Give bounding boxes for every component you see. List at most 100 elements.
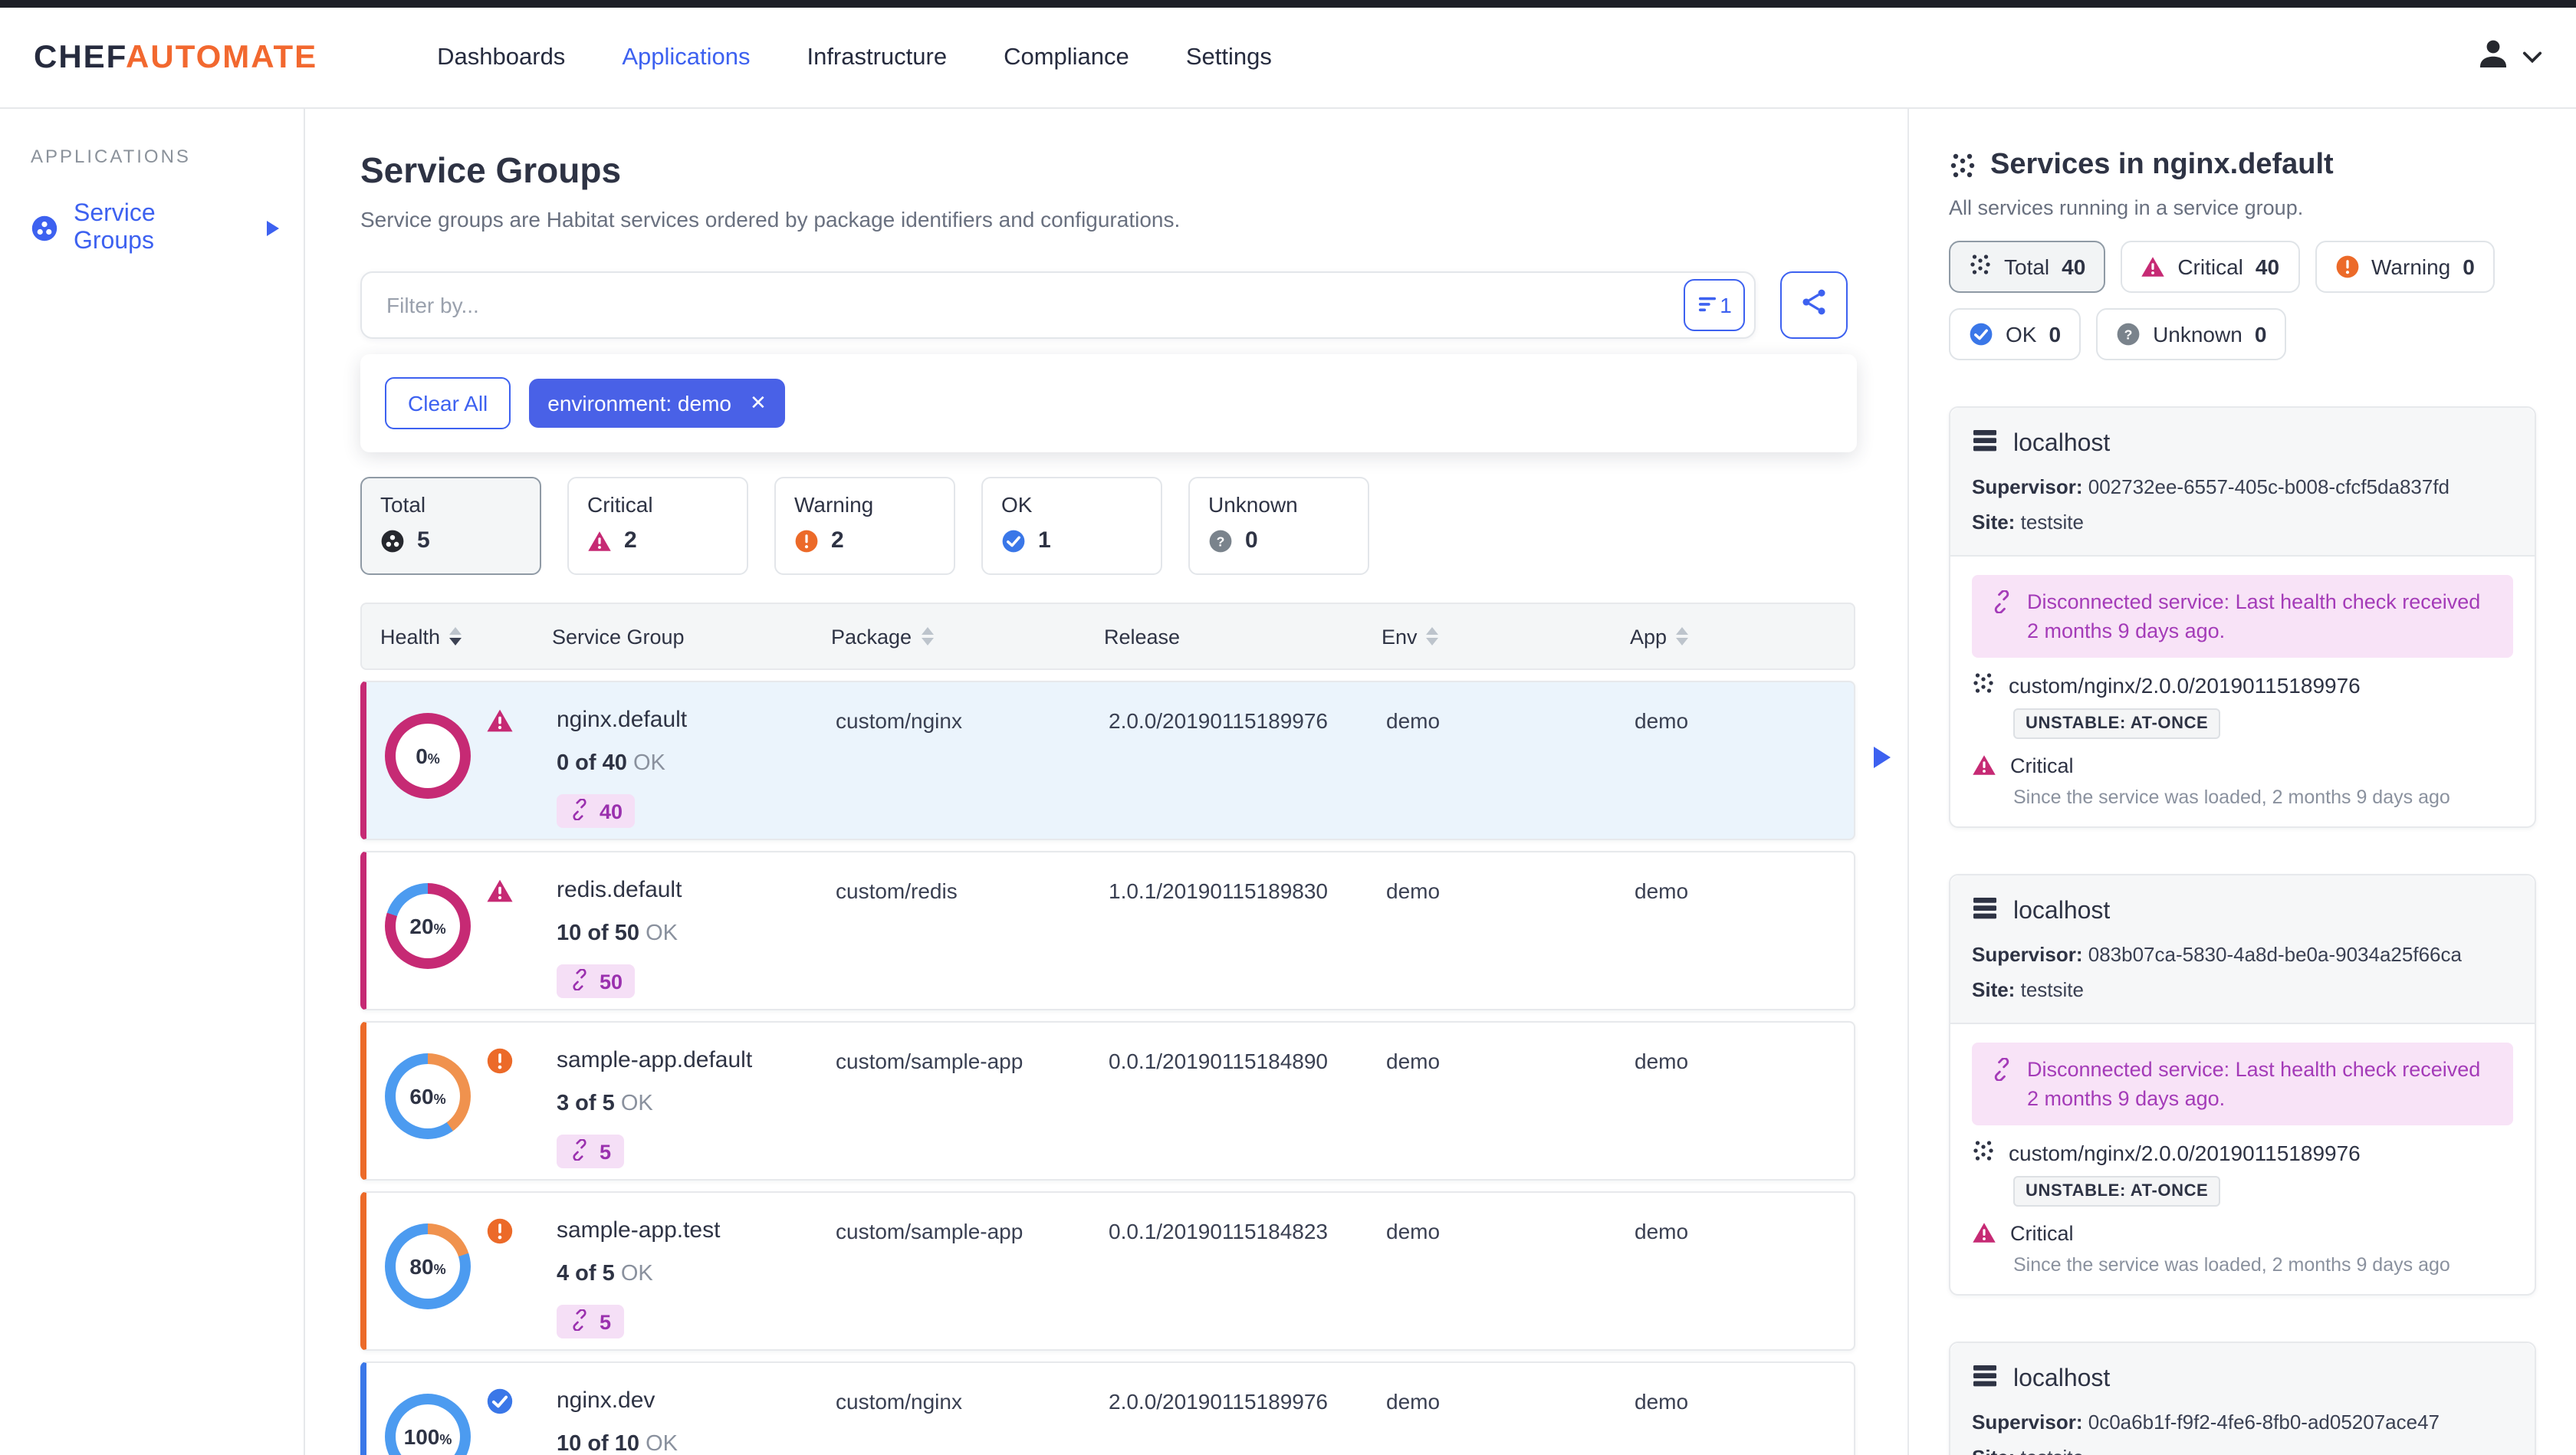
unknown-icon: ? [1208, 528, 1233, 553]
warning-icon [794, 528, 819, 553]
filter-input[interactable] [360, 271, 1756, 339]
expand-right-icon[interactable] [267, 221, 279, 236]
table-row[interactable]: 0% nginx.default 0 of 40 OK 40 custom/ng… [360, 681, 1891, 840]
page-title: Service Groups [360, 150, 622, 190]
sidebar-item-service-groups[interactable]: Service Groups [31, 201, 304, 256]
tile-critical[interactable]: Critical 2 [567, 477, 748, 575]
supervisor-id: 0c0a6b1f-f9f2-4fe6-8fb0-ad05207ace47 [2088, 1411, 2440, 1434]
service-card-header: localhost Supervisor: 083b07ca-5830-4a8d… [1950, 875, 2535, 1024]
app-cell: demo [1635, 879, 1689, 903]
filter-bar: 1 [360, 271, 1855, 339]
broken-link-icon [569, 967, 590, 994]
panel-title: Services in nginx.default [1990, 149, 2334, 181]
total-icon [380, 528, 405, 553]
tile-warning[interactable]: Warning 2 [774, 477, 955, 575]
site-name: testsite [2020, 978, 2084, 1001]
app-cell: demo [1635, 1049, 1689, 1073]
page-subtitle: Service groups are Habitat services orde… [360, 207, 1181, 232]
service-card: localhost Supervisor: 0c0a6b1f-f9f2-4fe6… [1949, 1342, 2536, 1455]
column-release[interactable]: Release [1104, 625, 1382, 648]
critical-icon [486, 877, 514, 905]
filter-chip-environment-demo[interactable]: environment: demo ✕ [529, 379, 785, 428]
user-menu[interactable] [2475, 35, 2542, 80]
column-health[interactable]: Health [380, 625, 552, 648]
panel-subtitle: All services running in a service group. [1949, 196, 2304, 219]
top-navigation-bar: CHEFAUTOMATE Dashboards Applications Inf… [0, 8, 2576, 109]
table-row[interactable]: 20% redis.default 10 of 50 OK 50 custom/… [360, 851, 1855, 1010]
broken-link-icon [569, 1308, 590, 1335]
service-group-name: redis.default [557, 877, 682, 903]
disconnected-count-badge: 50 [557, 964, 636, 998]
svg-text:?: ? [2124, 327, 2133, 342]
service-status-pills: Total 40 Critical 40 Warning 0 OK 0 ? Unknow… [1949, 241, 2536, 360]
pill-warning[interactable]: Warning 0 [2315, 241, 2495, 293]
service-since-text: Since the service was loaded, 2 months 9… [2013, 787, 2450, 808]
column-package[interactable]: Package [831, 625, 1104, 648]
package-cell: custom/redis [836, 879, 958, 903]
chef-automate-logo[interactable]: CHEFAUTOMATE [34, 39, 317, 76]
nav-compliance[interactable]: Compliance [1004, 44, 1129, 71]
service-group-name: nginx.dev [557, 1388, 656, 1414]
filter-count-button[interactable]: 1 [1684, 279, 1745, 331]
nav-applications[interactable]: Applications [622, 44, 750, 71]
broken-link-icon [569, 797, 590, 824]
filter-chip-label: environment: demo [547, 391, 731, 415]
sort-icon [449, 627, 462, 645]
health-donut: 60% [385, 1053, 471, 1139]
env-cell: demo [1386, 708, 1441, 733]
service-health-label: Critical [2010, 1221, 2074, 1244]
tile-ok[interactable]: OK 1 [981, 477, 1162, 575]
table-row[interactable]: 100% nginx.dev 10 of 10 OK 10 custom/ngi… [360, 1361, 1855, 1455]
services-sidebar-panel: Services in nginx.default All services r… [1909, 109, 2576, 1455]
sort-icon [1426, 627, 1439, 645]
top-strip [0, 0, 2576, 8]
habitat-grid-icon [1969, 253, 1992, 281]
nav-infrastructure[interactable]: Infrastructure [807, 44, 947, 71]
column-service-group[interactable]: Service Group [552, 625, 831, 648]
sidebar: APPLICATIONS Service Groups [0, 109, 305, 1455]
clear-all-button[interactable]: Clear All [385, 377, 511, 429]
host-name: localhost [2013, 431, 2111, 457]
supervisor-id: 002732ee-6557-405c-b008-cfcf5da837fd [2088, 475, 2450, 498]
table-row[interactable]: 80% sample-app.test 4 of 5 OK 5 custom/s… [360, 1191, 1855, 1351]
sort-icon [1676, 627, 1689, 645]
critical-icon [1972, 753, 1996, 777]
tile-total[interactable]: Total 5 [360, 477, 541, 575]
row-selected-arrow-icon [1874, 747, 1891, 768]
warning-icon [486, 1217, 514, 1245]
pill-total[interactable]: Total 40 [1949, 241, 2106, 293]
host-name: localhost [2013, 1366, 2111, 1392]
remove-filter-icon[interactable]: ✕ [750, 391, 767, 415]
update-strategy-badge: UNSTABLE: AT-ONCE [2013, 708, 2221, 739]
main-nav: Dashboards Applications Infrastructure C… [437, 44, 1272, 71]
column-env[interactable]: Env [1382, 625, 1630, 648]
env-cell: demo [1386, 1049, 1441, 1073]
user-icon [2475, 35, 2512, 80]
host-name: localhost [2013, 898, 2111, 925]
table-row[interactable]: 60% sample-app.default 3 of 5 OK 5 custo… [360, 1021, 1855, 1181]
site-name: testsite [2021, 1446, 2084, 1455]
sort-icon [921, 627, 934, 645]
package-cell: custom/sample-app [836, 1049, 1024, 1073]
service-card-header: localhost Supervisor: 002732ee-6557-405c… [1950, 408, 2535, 557]
column-app[interactable]: App [1630, 625, 1854, 648]
habitat-grid-icon [1972, 1139, 1995, 1167]
service-group-name: nginx.default [557, 707, 688, 733]
package-cell: custom/sample-app [836, 1219, 1024, 1243]
nav-settings[interactable]: Settings [1186, 44, 1272, 71]
tile-unknown[interactable]: Unknown ? 0 [1188, 477, 1369, 575]
ok-icon [1001, 528, 1026, 553]
applied-filters-panel: Clear All environment: demo ✕ [360, 354, 1857, 452]
share-button[interactable] [1780, 271, 1848, 339]
warning-icon [2334, 255, 2359, 279]
service-card-header: localhost Supervisor: 0c0a6b1f-f9f2-4fe6… [1950, 1343, 2535, 1455]
pill-ok[interactable]: OK 0 [1949, 308, 2082, 360]
service-package-id: custom/nginx/2.0.0/20190115189976 [2009, 1141, 2361, 1165]
env-cell: demo [1386, 879, 1441, 903]
warning-icon [486, 1047, 514, 1075]
pill-unknown[interactable]: ? Unknown 0 [2096, 308, 2287, 360]
nav-dashboards[interactable]: Dashboards [437, 44, 565, 71]
health-donut: 0% [385, 713, 471, 799]
pill-critical[interactable]: Critical 40 [2121, 241, 2300, 293]
service-group-name: sample-app.default [557, 1047, 753, 1073]
